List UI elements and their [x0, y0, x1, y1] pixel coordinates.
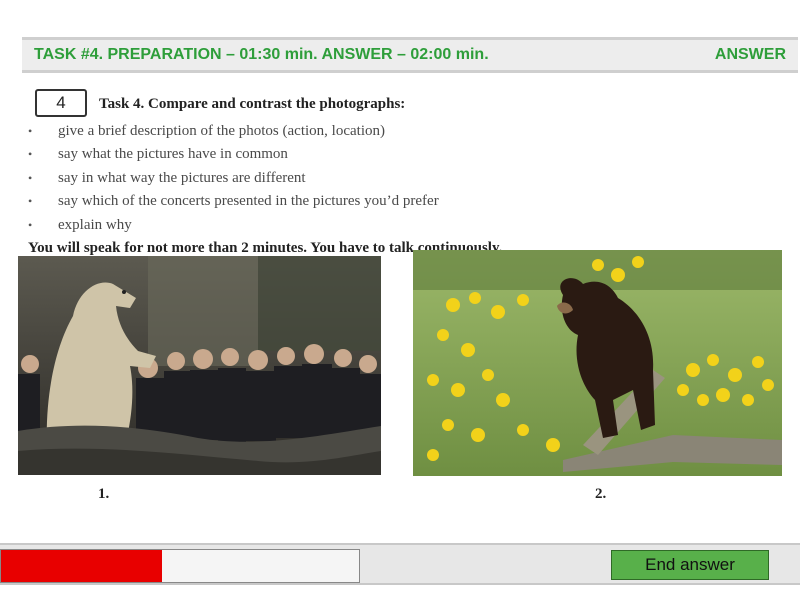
list-item: • say in what way the pictures are differ…	[28, 167, 439, 190]
bullet-icon: •	[28, 124, 33, 138]
bullet-icon: •	[28, 194, 33, 209]
task-header-title: TASK #4. PREPARATION – 01:30 min. ANSWER…	[34, 46, 489, 63]
list-item: • explain why	[28, 214, 439, 237]
answer-timer-progress-fill	[1, 550, 163, 582]
task-header-bar: TASK #4. PREPARATION – 01:30 min. ANSWER…	[22, 37, 798, 73]
footer-bar: End answer	[0, 543, 800, 585]
bullet-icon: •	[28, 170, 33, 185]
answer-mode-label: ANSWER	[714, 46, 786, 63]
photo-1-caption: 1.	[98, 486, 110, 502]
photo-2-caption: 2.	[595, 486, 607, 502]
bullet-icon: •	[28, 147, 33, 162]
answer-timer-progress	[0, 549, 360, 583]
task-bullet-list: • give a brief description of the photos …	[28, 120, 439, 237]
end-answer-button[interactable]: End answer	[611, 550, 769, 580]
list-item: • say what the pictures have in common	[28, 143, 439, 166]
list-item: • give a brief description of the photos …	[28, 120, 439, 143]
photo-polar-bear-crowd	[18, 256, 381, 475]
list-item: • say which of the concerts presented in …	[28, 190, 439, 213]
photo-bear-cub-flowers	[413, 250, 782, 476]
task-number-box: 4	[35, 89, 87, 117]
bullet-icon: •	[28, 217, 33, 232]
task-title: Task 4. Compare and contrast the photogr…	[99, 96, 406, 112]
